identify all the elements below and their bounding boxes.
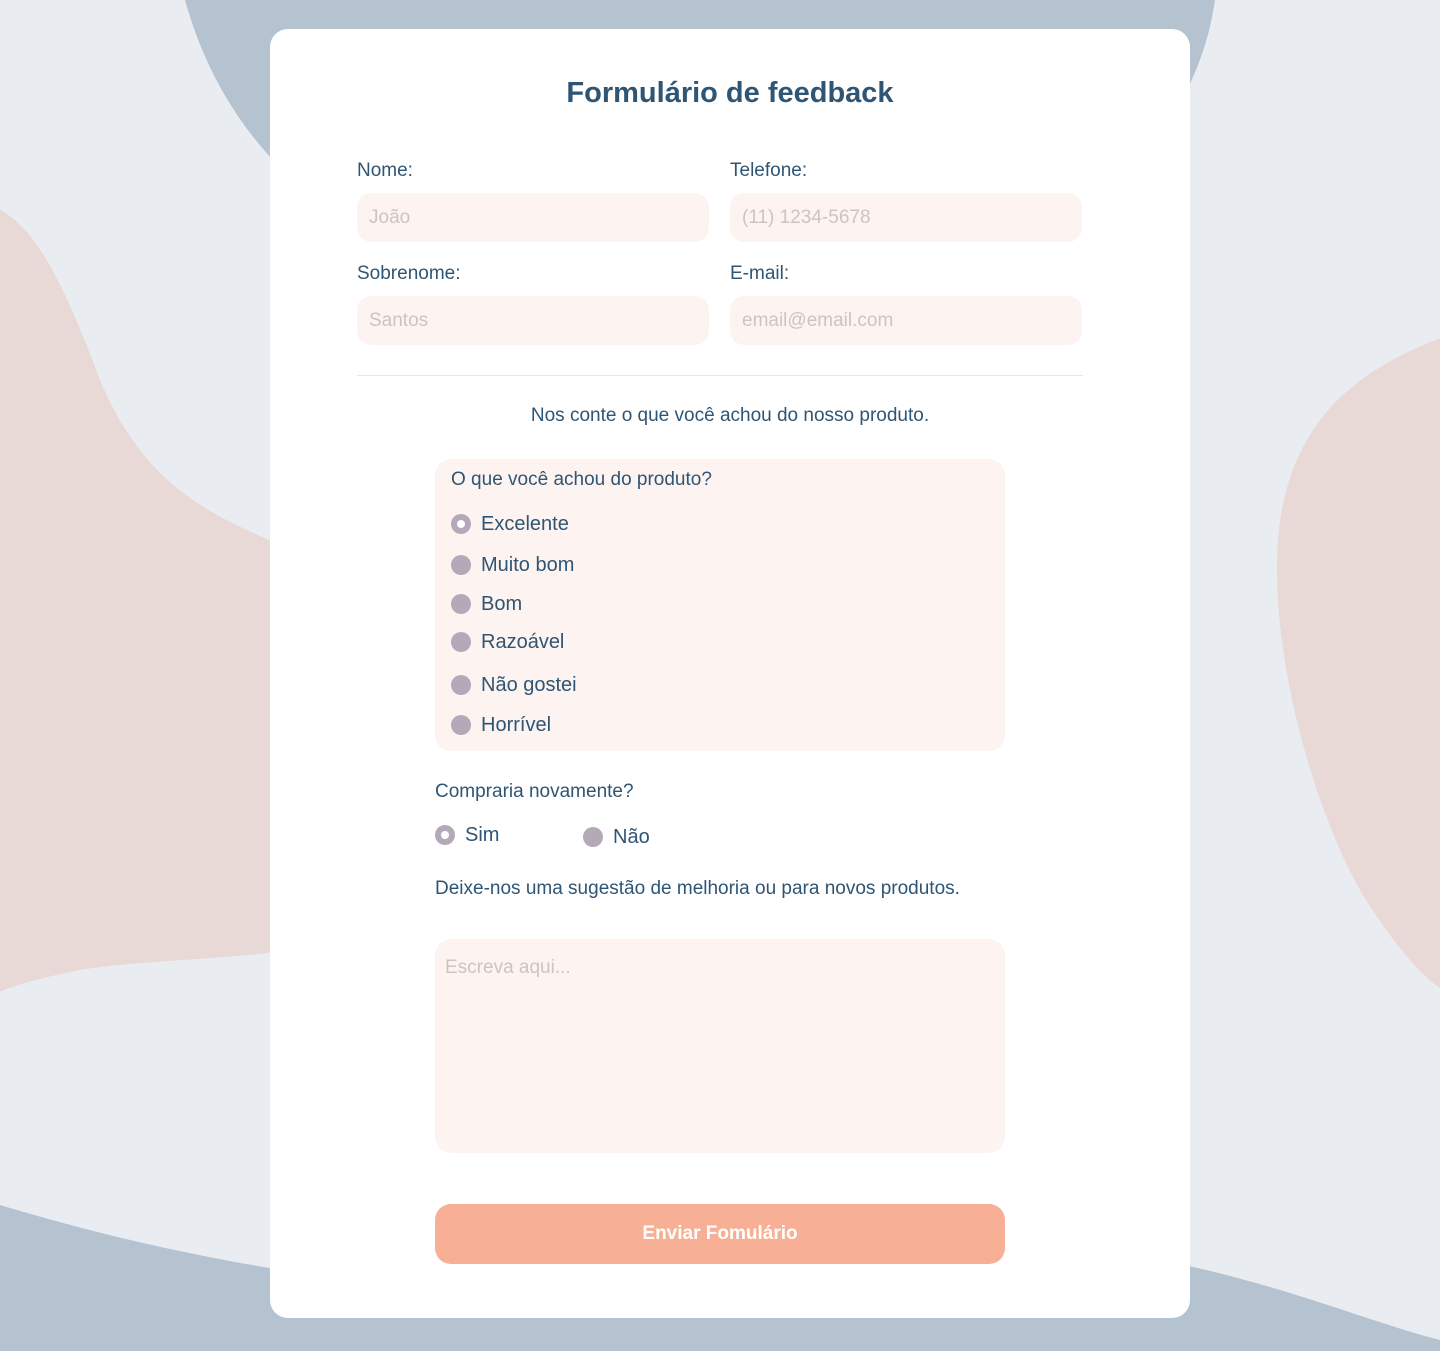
radio-unchecked-icon	[451, 555, 471, 575]
radio-unchecked-icon	[451, 715, 471, 735]
feedback-card: Formulário de feedback Nome: Telefone: S…	[270, 29, 1190, 1318]
rating-option-excelente[interactable]: Excelente	[451, 512, 569, 536]
rating-group: O que você achou do produto? Excelente M…	[435, 459, 1005, 751]
radio-unchecked-icon	[451, 632, 471, 652]
buy-again-option-sim[interactable]: Sim	[435, 823, 499, 847]
suggestion-textarea[interactable]	[435, 939, 1005, 1153]
buy-again-option-nao[interactable]: Não	[583, 825, 650, 849]
last-name-input[interactable]	[357, 296, 709, 345]
email-label: E-mail:	[730, 263, 790, 284]
rating-option-label: Horrível	[481, 713, 552, 736]
rating-option-bom[interactable]: Bom	[451, 592, 522, 616]
radio-checked-icon	[435, 825, 455, 845]
rating-option-label: Não gostei	[481, 673, 577, 696]
phone-label: Telefone:	[730, 160, 808, 181]
rating-option-label: Razoável	[481, 630, 565, 653]
radio-unchecked-icon	[583, 827, 603, 847]
rating-option-horrivel[interactable]: Horrível	[451, 713, 551, 737]
submit-button[interactable]: Enviar Fomulário	[435, 1204, 1005, 1264]
right-pink-blob	[1276, 338, 1440, 988]
rating-option-label: Muito bom	[481, 553, 575, 576]
rating-option-muito-bom[interactable]: Muito bom	[451, 553, 574, 577]
first-name-label: Nome:	[357, 160, 413, 181]
section-divider	[357, 375, 1083, 376]
radio-unchecked-icon	[451, 675, 471, 695]
radio-unchecked-icon	[451, 594, 471, 614]
email-input[interactable]	[730, 296, 1082, 345]
intro-text: Nos conte o que você achou do nosso prod…	[530, 405, 930, 426]
buy-again-option-label: Sim	[465, 823, 500, 846]
suggestion-question: Deixe-nos uma sugestão de melhoria ou pa…	[435, 878, 960, 899]
phone-input[interactable]	[730, 193, 1082, 242]
rating-option-label: Excelente	[481, 512, 569, 535]
rating-option-label: Bom	[481, 592, 523, 615]
rating-option-nao-gostei[interactable]: Não gostei	[451, 673, 577, 697]
buy-again-question: Compraria novamente?	[435, 781, 634, 802]
page-title: Formulário de feedback	[566, 77, 894, 109]
first-name-input[interactable]	[357, 193, 709, 242]
buy-again-option-label: Não	[613, 825, 650, 848]
last-name-label: Sobrenome:	[357, 263, 461, 284]
radio-checked-icon	[451, 514, 471, 534]
rating-option-razoavel[interactable]: Razoável	[451, 630, 564, 654]
rating-question: O que você achou do produto?	[451, 469, 712, 490]
left-pink-blob	[0, 210, 290, 992]
